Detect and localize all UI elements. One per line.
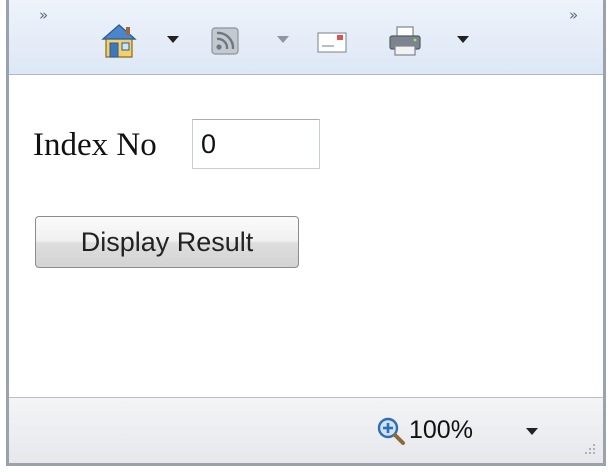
toolbar-overflow-left-chevron[interactable]: » [39,6,48,24]
index-no-label: Index No [33,127,157,163]
zoom-dropdown-arrow[interactable] [526,428,538,435]
rss-feed-icon[interactable] [207,22,243,60]
zoom-level[interactable]: 100% [409,415,473,445]
home-icon[interactable] [101,22,137,60]
home-dropdown-arrow[interactable] [167,36,179,43]
page-content: Index No Display Result [9,75,603,397]
read-mail-icon[interactable] [314,22,350,60]
print-dropdown-arrow[interactable] [457,36,469,43]
display-result-button[interactable]: Display Result [35,216,299,268]
zoom-icon[interactable] [376,416,406,446]
print-icon[interactable] [387,22,423,60]
rss-dropdown-arrow[interactable] [277,36,289,43]
browser-window: » » Index No 0 Display Result 100% [6,0,606,466]
command-bar: » » [9,0,603,75]
resize-grip-icon[interactable] [583,442,597,456]
status-bar: 100% [9,397,603,463]
index-no-input[interactable] [192,119,320,169]
toolbar-overflow-right-chevron[interactable]: » [569,6,578,24]
